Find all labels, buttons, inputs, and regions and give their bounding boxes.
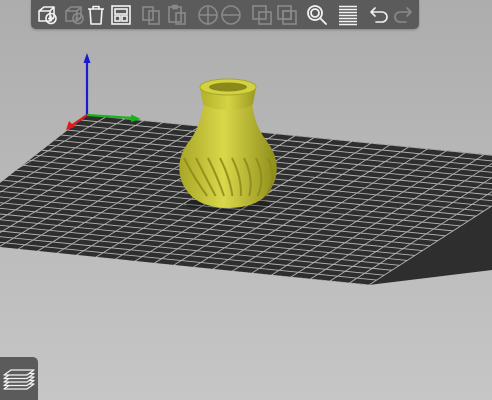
paste-icon (168, 4, 186, 25)
layers-lines-icon (339, 5, 357, 25)
arrange-icon (111, 4, 131, 25)
copy-button[interactable] (138, 2, 164, 27)
layer-editing-button[interactable] (335, 2, 361, 27)
minus-circle-icon (221, 4, 241, 25)
main-toolbar (31, 0, 419, 29)
search-icon (307, 4, 327, 25)
copy-icon (142, 5, 160, 25)
split-parts-button[interactable] (274, 2, 300, 27)
delete-all-button[interactable] (83, 2, 109, 27)
undo-button[interactable] (366, 2, 392, 27)
vase-opening (209, 82, 247, 92)
split-objects-icon (252, 4, 272, 25)
layers-stack-icon (3, 368, 35, 390)
add-button[interactable] (34, 2, 60, 27)
trash-icon (88, 5, 104, 25)
paste-button[interactable] (164, 2, 190, 27)
redo-button[interactable] (390, 2, 416, 27)
split-objects-button[interactable] (249, 2, 275, 27)
undo-icon (370, 6, 388, 23)
cube-plus-icon (38, 5, 57, 24)
layers-view-button[interactable] (0, 357, 38, 400)
redo-icon (394, 6, 412, 23)
split-parts-icon (277, 4, 297, 25)
search-button[interactable] (304, 2, 330, 27)
plus-circle-icon (198, 4, 218, 25)
3d-viewport[interactable] (0, 0, 492, 400)
remove-instance-button[interactable] (218, 2, 244, 27)
arrange-button[interactable] (108, 2, 134, 27)
